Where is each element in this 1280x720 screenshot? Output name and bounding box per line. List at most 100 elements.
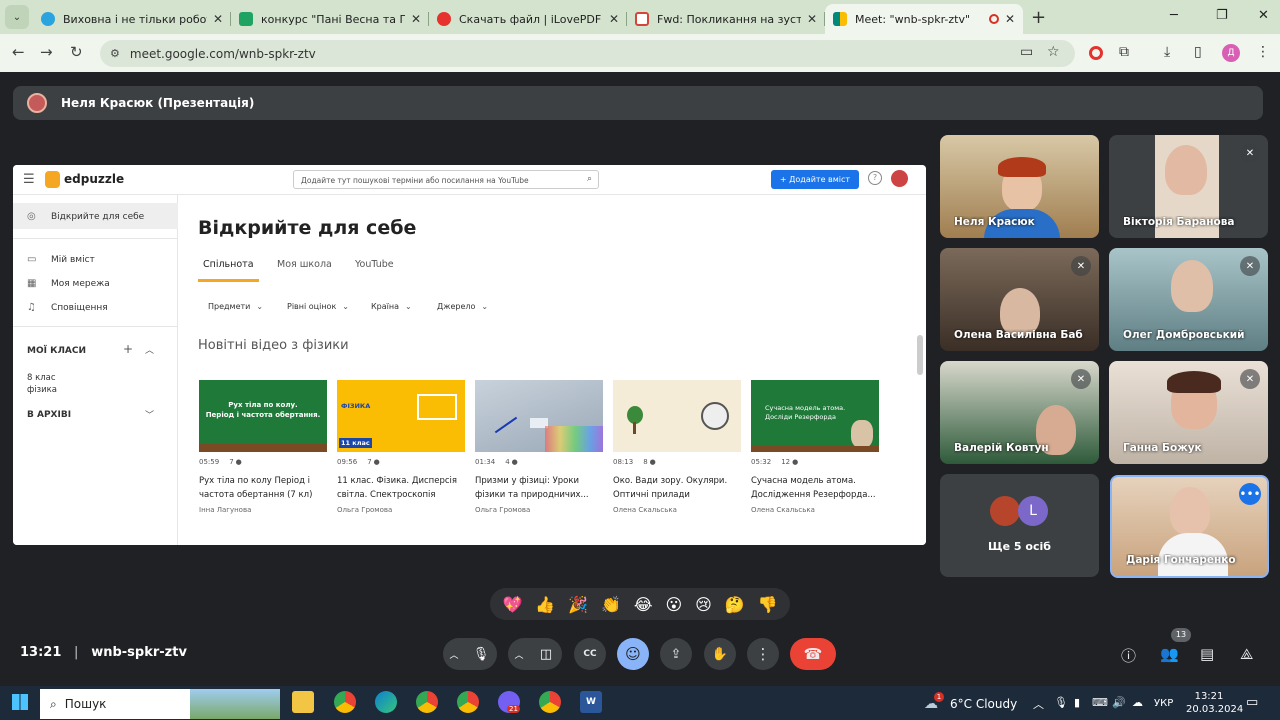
reaction-clap[interactable]: 👏 bbox=[601, 595, 621, 614]
user-avatar[interactable] bbox=[891, 170, 908, 187]
participant-tile-active[interactable]: ••• Дарія Гончаренко bbox=[1110, 475, 1269, 578]
opera-extension-icon[interactable] bbox=[1089, 46, 1103, 60]
word-icon[interactable]: W bbox=[580, 691, 602, 713]
chrome-icon[interactable] bbox=[416, 691, 438, 713]
class-item-8[interactable]: 8 клас фізика bbox=[27, 372, 57, 396]
close-tab-icon[interactable]: ✕ bbox=[807, 12, 817, 26]
hamburger-menu-icon[interactable]: ☰ bbox=[23, 172, 35, 187]
activities-icon[interactable]: ⟁ bbox=[1240, 645, 1253, 663]
participant-tile[interactable]: ✕ Валерій Ковтун bbox=[940, 361, 1099, 464]
filter-subjects[interactable]: Предмети ⌄ bbox=[208, 302, 263, 311]
mic-tray-icon[interactable]: 🎙 bbox=[1054, 696, 1068, 709]
new-tab-icon[interactable]: + bbox=[1031, 7, 1046, 28]
more-options-icon[interactable]: ⋮ bbox=[747, 638, 779, 670]
present-screen-icon[interactable]: ⇪ bbox=[660, 638, 692, 670]
captions-icon[interactable]: CC bbox=[574, 638, 606, 670]
video-card[interactable]: Сучасна модель атома. Досліди Резерфорда … bbox=[751, 380, 879, 514]
edpuzzle-search-input[interactable]: Додайте тут пошукові терміни або посилан… bbox=[293, 170, 599, 189]
camera-icon[interactable]: ▭ bbox=[1020, 44, 1033, 60]
add-class-icon[interactable]: + bbox=[123, 342, 133, 356]
filter-country[interactable]: Країна ⌄ bbox=[371, 302, 412, 311]
tab-search-icon[interactable]: ⌄ bbox=[5, 5, 29, 29]
tab-community[interactable]: Спільнота bbox=[203, 259, 254, 270]
collapse-chevron-icon[interactable]: ︿ bbox=[145, 343, 154, 356]
reaction-thumbs-up[interactable]: 👍 bbox=[535, 595, 555, 614]
filter-grades[interactable]: Рівні оцінок ⌄ bbox=[287, 302, 349, 311]
forward-icon[interactable]: → bbox=[40, 43, 53, 61]
scrollbar[interactable] bbox=[917, 335, 923, 375]
sidebar-item-discover[interactable]: ◎ Відкрийте для себе bbox=[27, 211, 144, 222]
participant-tile[interactable]: ✕ Вікторія Баранова bbox=[1109, 135, 1268, 238]
video-card[interactable]: ФІЗИКА 11 клас 09:56 7 ● 11 клас. Фізика. … bbox=[337, 380, 465, 514]
participant-tile[interactable]: ✕ Ганна Божук bbox=[1109, 361, 1268, 464]
chrome-icon[interactable] bbox=[334, 691, 356, 713]
participant-tile[interactable]: ✕ Олег Домбровський bbox=[1109, 248, 1268, 351]
maximize-icon[interactable]: ❐ bbox=[1216, 8, 1228, 23]
sidebar-item-my-network[interactable]: ▦ Моя мережа bbox=[27, 278, 110, 289]
reaction-party[interactable]: 🎉 bbox=[568, 595, 588, 614]
chrome-icon[interactable] bbox=[457, 691, 479, 713]
file-explorer-icon[interactable] bbox=[292, 691, 314, 713]
sidebar-item-notifications[interactable]: ♫ Сповіщення bbox=[27, 302, 108, 313]
chat-icon[interactable]: ▤ bbox=[1200, 645, 1214, 663]
browser-tab[interactable]: конкурс "Пані Весна та Пан Бе✕ bbox=[231, 4, 429, 34]
close-tab-icon[interactable]: ✕ bbox=[1005, 12, 1015, 26]
reaction-laugh[interactable]: 😂 bbox=[634, 595, 653, 614]
reaction-sad[interactable]: 😢 bbox=[695, 595, 712, 614]
reaction-thinking[interactable]: 🤔 bbox=[725, 595, 745, 614]
back-icon[interactable]: ← bbox=[12, 43, 25, 61]
leave-call-icon[interactable]: ☎ bbox=[790, 638, 836, 670]
address-bar[interactable]: ⚙ meet.google.com/wnb-spkr-ztv bbox=[100, 40, 1075, 67]
video-card[interactable]: 01:34 4 ● Призми у фізиці: Уроки фізики та… bbox=[475, 380, 603, 514]
side-panel-icon[interactable]: ▯ bbox=[1194, 44, 1202, 60]
tab-youtube[interactable]: YouTube bbox=[355, 259, 394, 270]
menu-kebab-icon[interactable]: ⋮ bbox=[1256, 44, 1270, 60]
raise-hand-icon[interactable]: ✋ bbox=[704, 638, 736, 670]
site-info-icon[interactable]: ⚙ bbox=[110, 47, 120, 60]
video-camera-icon[interactable]: ◫ bbox=[530, 638, 562, 670]
extensions-icon[interactable]: ⧉ bbox=[1119, 44, 1129, 60]
add-content-button[interactable]: + Додайте вміст bbox=[771, 170, 859, 189]
volume-icon[interactable]: 🔊 bbox=[1112, 696, 1126, 709]
archive-header[interactable]: В АРХІВІ bbox=[27, 410, 71, 420]
browser-tab[interactable]: Fwd: Покликання на зустріч - ✕ bbox=[627, 4, 825, 34]
edge-icon[interactable] bbox=[375, 691, 397, 713]
reaction-heart[interactable]: 💖 bbox=[502, 595, 522, 614]
profile-avatar[interactable]: Д bbox=[1222, 44, 1240, 62]
video-card[interactable]: Рух тіла по колу. Період і частота оберта… bbox=[199, 380, 327, 514]
reload-icon[interactable]: ↻ bbox=[70, 43, 83, 61]
filter-source[interactable]: Джерело ⌄ bbox=[437, 302, 488, 311]
reaction-surprised[interactable]: 😮 bbox=[665, 595, 682, 614]
participant-tile[interactable]: Неля Красюк bbox=[940, 135, 1099, 238]
people-icon[interactable]: 👥 bbox=[1160, 645, 1179, 663]
reaction-thumbs-down[interactable]: 👎 bbox=[758, 595, 778, 614]
onedrive-icon[interactable]: ☁ bbox=[1132, 696, 1143, 709]
expand-chevron-icon[interactable]: ﹀ bbox=[145, 408, 154, 421]
browser-tab-active[interactable]: Meet: "wnb-spkr-ztv" ✕ bbox=[825, 4, 1023, 34]
close-window-icon[interactable]: ✕ bbox=[1258, 8, 1269, 23]
help-icon[interactable]: ? bbox=[868, 171, 882, 185]
notifications-icon[interactable]: ▭ bbox=[1246, 695, 1258, 710]
emoji-reactions-icon[interactable]: ☺ bbox=[617, 638, 649, 670]
close-tab-icon[interactable]: ✕ bbox=[213, 12, 223, 26]
camera-options-chevron-icon[interactable]: ︿ bbox=[508, 648, 530, 661]
microphone-icon[interactable]: 🎙 bbox=[465, 638, 497, 670]
tab-my-school[interactable]: Моя школа bbox=[277, 259, 332, 270]
close-tab-icon[interactable]: ✕ bbox=[411, 12, 421, 26]
windows-start-icon[interactable] bbox=[12, 694, 28, 710]
browser-tab[interactable]: Скачать файл | iLovePDF ✕ bbox=[429, 4, 627, 34]
weather-text[interactable]: 6°C Cloudy bbox=[950, 697, 1017, 711]
sidebar-item-my-content[interactable]: ▭ Мій вміст bbox=[27, 254, 95, 265]
meeting-details-icon[interactable]: ⓘ bbox=[1121, 645, 1136, 666]
mic-options-chevron-icon[interactable]: ︿ bbox=[443, 648, 465, 661]
battery-icon[interactable]: ▮ bbox=[1074, 696, 1080, 709]
participant-tile[interactable]: ✕ Олена Василівна Баб bbox=[940, 248, 1099, 351]
language-indicator[interactable]: УКР bbox=[1154, 698, 1173, 709]
tray-chevron-icon[interactable]: ︿ bbox=[1033, 696, 1044, 712]
bookmark-star-icon[interactable]: ☆ bbox=[1047, 44, 1060, 60]
chrome-icon[interactable] bbox=[539, 691, 561, 713]
browser-tab[interactable]: Виховна і не тільки робота 🙉✕ bbox=[33, 4, 231, 34]
minimize-icon[interactable]: ─ bbox=[1170, 8, 1178, 23]
more-options-icon[interactable]: ••• bbox=[1239, 483, 1261, 505]
clock[interactable]: 13:21 20.03.2024 bbox=[1186, 690, 1243, 716]
